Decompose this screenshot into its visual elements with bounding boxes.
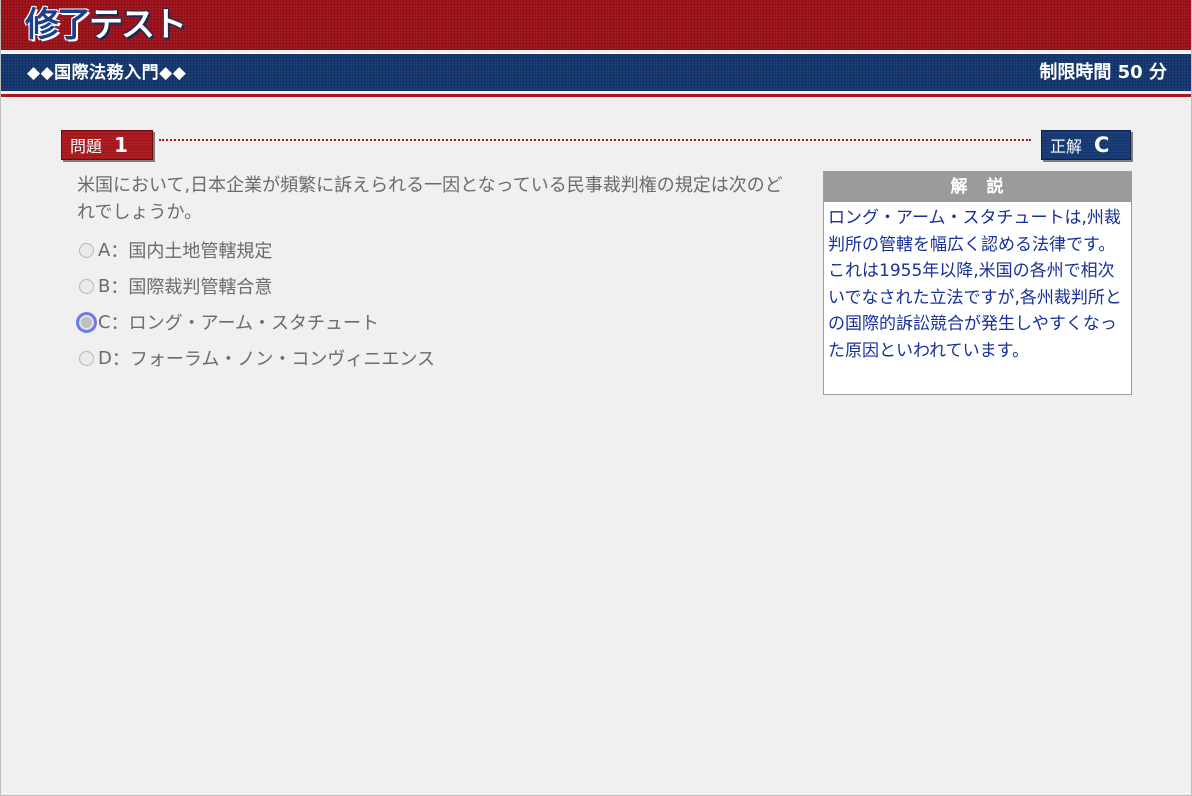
app-title-part2: テスト [89, 5, 187, 45]
quiz-window: 修了テスト ◆◆国際法務入門◆◆ 制限時間 50 分 問題 1 正解 C 米国に… [0, 0, 1192, 796]
choice-b[interactable]: B ：国際裁判管轄合意 [77, 268, 777, 304]
title-bar: 修了テスト [1, 0, 1191, 50]
choice-b-text: ：国際裁判管轄合意 [110, 277, 273, 298]
correct-answer-value: C [1094, 133, 1110, 157]
choice-a-letter: A [98, 239, 111, 261]
question-number: 1 [114, 133, 128, 157]
explanation-text: ロング・アーム・スタチュートは,州裁判所の管轄を幅広く認める法律です。これは19… [828, 208, 1122, 361]
question-text: 米国において,日本企業が頻繁に訴えられる一因となっている民事裁判権の規定は次のど… [77, 175, 783, 223]
time-limit-value: 50 [1117, 62, 1143, 83]
app-title: 修了テスト [25, 4, 187, 46]
explanation-panel: 解 説 ロング・アーム・スタチュートは,州裁判所の管轄を幅広く認める法律です。こ… [823, 171, 1132, 395]
choice-d-radio[interactable] [79, 350, 94, 366]
choice-d-letter: D [98, 347, 112, 369]
time-limit-unit: 分 [1149, 62, 1167, 83]
time-limit: 制限時間 50 分 [1039, 61, 1167, 85]
correct-answer-badge: 正解 C [1041, 130, 1131, 160]
correct-answer-label: 正解 [1050, 137, 1083, 156]
course-bar: ◆◆国際法務入門◆◆ 制限時間 50 分 [1, 53, 1191, 91]
question-label: 問題 [70, 137, 103, 156]
choice-d[interactable]: D ：フォーラム・ノン・コンヴィニエンス [77, 340, 777, 376]
question-number-badge: 問題 1 [61, 130, 153, 160]
choice-c-letter: C [98, 311, 111, 333]
header-divider [1, 94, 1191, 97]
choice-c-text: ：ロング・アーム・スタチュート [110, 313, 379, 334]
choice-c[interactable]: C ：ロング・アーム・スタチュート [76, 304, 777, 340]
app-title-part1: 修了 [25, 5, 91, 45]
choice-b-radio[interactable] [79, 278, 94, 294]
time-limit-label: 制限時間 [1039, 62, 1112, 83]
choice-d-text: ：フォーラム・ノン・コンヴィニエンス [111, 349, 435, 370]
choice-a[interactable]: A ：国内土地管轄規定 [77, 232, 777, 268]
course-name: ◆◆国際法務入門◆◆ [27, 63, 187, 83]
choice-a-radio[interactable] [79, 242, 94, 258]
explanation-title: 解 説 [824, 172, 1131, 202]
dotted-divider [159, 139, 1031, 141]
choice-c-radio[interactable] [76, 311, 97, 333]
choice-b-letter: B [98, 275, 111, 297]
choice-list: A ：国内土地管轄規定 B ：国際裁判管轄合意 C ：ロング・アーム・スタチュー… [76, 232, 777, 376]
choice-a-text: ：国内土地管轄規定 [110, 241, 273, 262]
